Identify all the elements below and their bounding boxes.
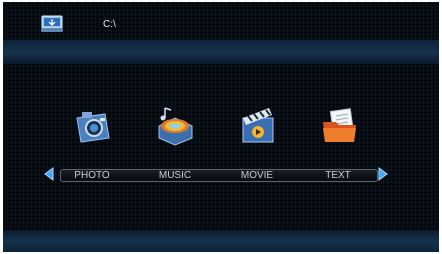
arrow-left-icon[interactable] [43,167,55,181]
clapperboard-icon[interactable] [239,104,279,146]
camera-icon[interactable] [73,104,113,146]
header-band [3,40,439,64]
footer-band [3,230,439,252]
document-folder-icon[interactable] [320,104,360,146]
menu-item-music[interactable]: MUSIC [150,169,200,182]
arrow-right-icon[interactable] [377,167,389,181]
menu-item-text[interactable]: TEXT [313,169,363,182]
menu-item-photo[interactable]: PHOTO [67,169,117,182]
music-disc-icon[interactable] [155,104,195,146]
current-path: C:\ [103,19,116,30]
menu-item-movie[interactable]: MOVIE [232,169,282,182]
drive-icon[interactable] [41,15,63,33]
media-player-screen: C:\ PHOTO MUSIC MOVIE TEXT [3,2,439,252]
